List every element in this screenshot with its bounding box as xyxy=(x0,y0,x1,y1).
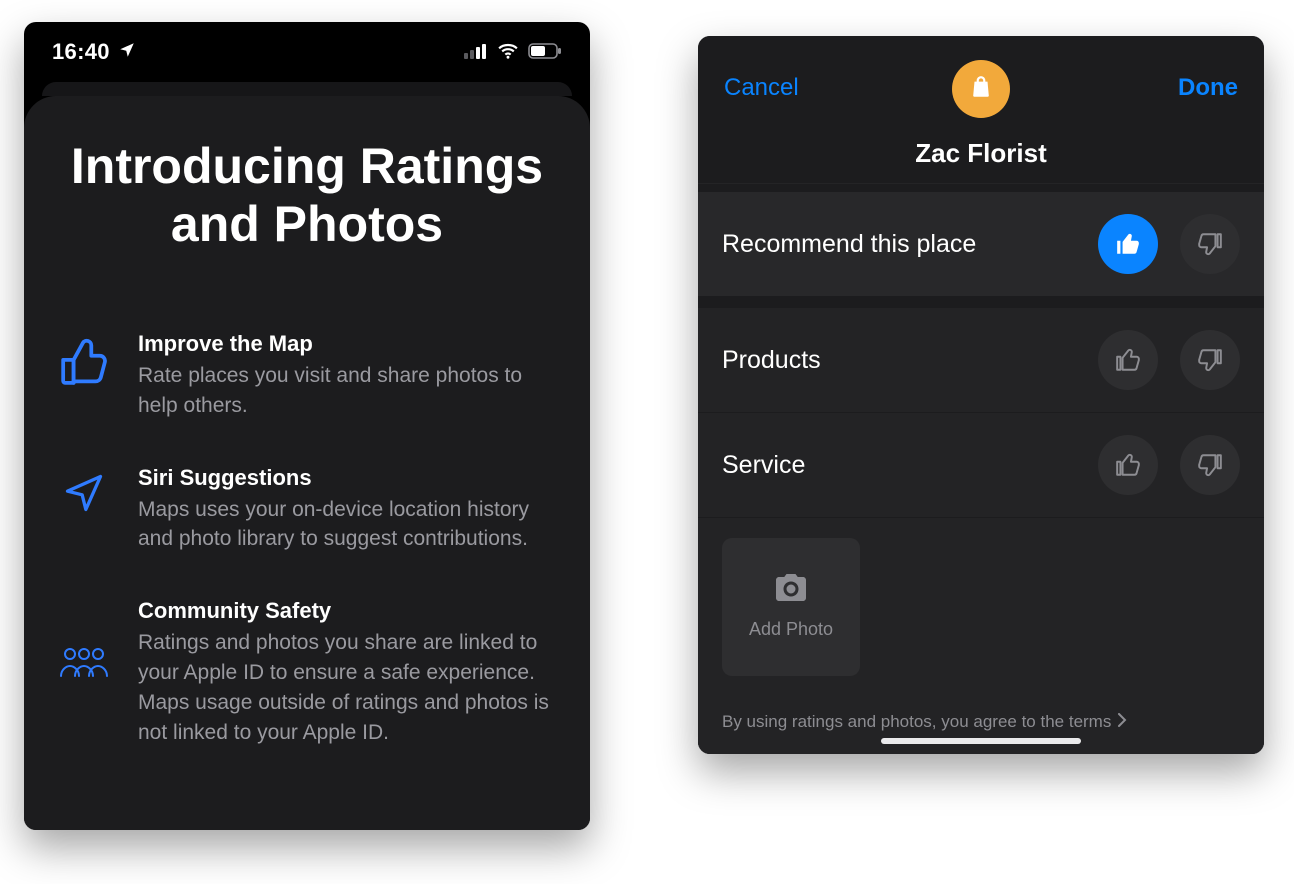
thumbs-down-button[interactable] xyxy=(1180,330,1240,390)
place-name: Zac Florist xyxy=(698,138,1264,169)
feature-heading: Siri Suggestions xyxy=(138,465,558,491)
location-arrow-icon xyxy=(118,39,136,65)
intro-sheet: Introducing Ratings and Photos Improve t… xyxy=(24,96,590,830)
review-header: Cancel Done Zac Florist xyxy=(698,36,1264,184)
photo-area: Add Photo xyxy=(698,518,1264,694)
thumbs-up-button[interactable] xyxy=(1098,330,1158,390)
navigation-arrow-icon xyxy=(56,471,112,515)
rating-label: Recommend this place xyxy=(722,230,976,259)
people-group-icon xyxy=(56,646,112,680)
done-button[interactable]: Done xyxy=(1178,74,1238,102)
shopping-bag-icon xyxy=(968,74,994,105)
feature-siri-suggestions: Siri Suggestions Maps uses your on-devic… xyxy=(56,465,558,555)
battery-icon xyxy=(528,39,562,65)
wifi-icon xyxy=(497,39,519,65)
intro-title: Introducing Ratings and Photos xyxy=(56,138,558,253)
feature-body: Maps uses your on-device location histor… xyxy=(138,495,558,555)
terms-text: By using ratings and photos, you agree t… xyxy=(722,712,1111,732)
feature-heading: Improve the Map xyxy=(138,331,558,357)
rating-label: Products xyxy=(722,346,821,375)
thumbs-up-button[interactable] xyxy=(1098,214,1158,274)
cancel-button[interactable]: Cancel xyxy=(724,74,799,102)
feature-body: Rate places you visit and share photos t… xyxy=(138,361,558,421)
thumbs-up-button[interactable] xyxy=(1098,435,1158,495)
sheet-underlay xyxy=(42,82,572,96)
terms-link[interactable]: By using ratings and photos, you agree t… xyxy=(698,694,1264,754)
rating-row-recommend: Recommend this place xyxy=(698,184,1264,308)
cellular-icon xyxy=(464,39,488,65)
camera-icon xyxy=(772,574,810,609)
place-category-badge xyxy=(952,60,1010,118)
chevron-right-icon xyxy=(1117,712,1127,732)
feature-improve-map: Improve the Map Rate places you visit an… xyxy=(56,331,558,421)
add-photo-button[interactable]: Add Photo xyxy=(722,538,860,676)
home-indicator[interactable] xyxy=(881,738,1081,744)
add-photo-label: Add Photo xyxy=(749,619,833,640)
thumbs-down-button[interactable] xyxy=(1180,435,1240,495)
thumbs-down-button[interactable] xyxy=(1180,214,1240,274)
feature-heading: Community Safety xyxy=(138,598,558,624)
phone-intro-sheet: 16:40 xyxy=(24,22,590,830)
feature-list: Improve the Map Rate places you visit an… xyxy=(56,331,558,748)
status-icons xyxy=(464,39,562,65)
status-bar: 16:40 xyxy=(24,22,590,82)
rating-list: Recommend this place Products xyxy=(698,184,1264,754)
status-time: 16:40 xyxy=(52,39,110,65)
phone-rate-place: Cancel Done Zac Florist Recommend this p… xyxy=(698,36,1264,754)
rating-label: Service xyxy=(722,451,805,480)
rating-row-service: Service xyxy=(698,413,1264,518)
feature-body: Ratings and photos you share are linked … xyxy=(138,628,558,747)
feature-community-safety: Community Safety Ratings and photos you … xyxy=(56,598,558,747)
rating-row-products: Products xyxy=(698,308,1264,413)
thumbs-up-icon xyxy=(56,337,112,387)
